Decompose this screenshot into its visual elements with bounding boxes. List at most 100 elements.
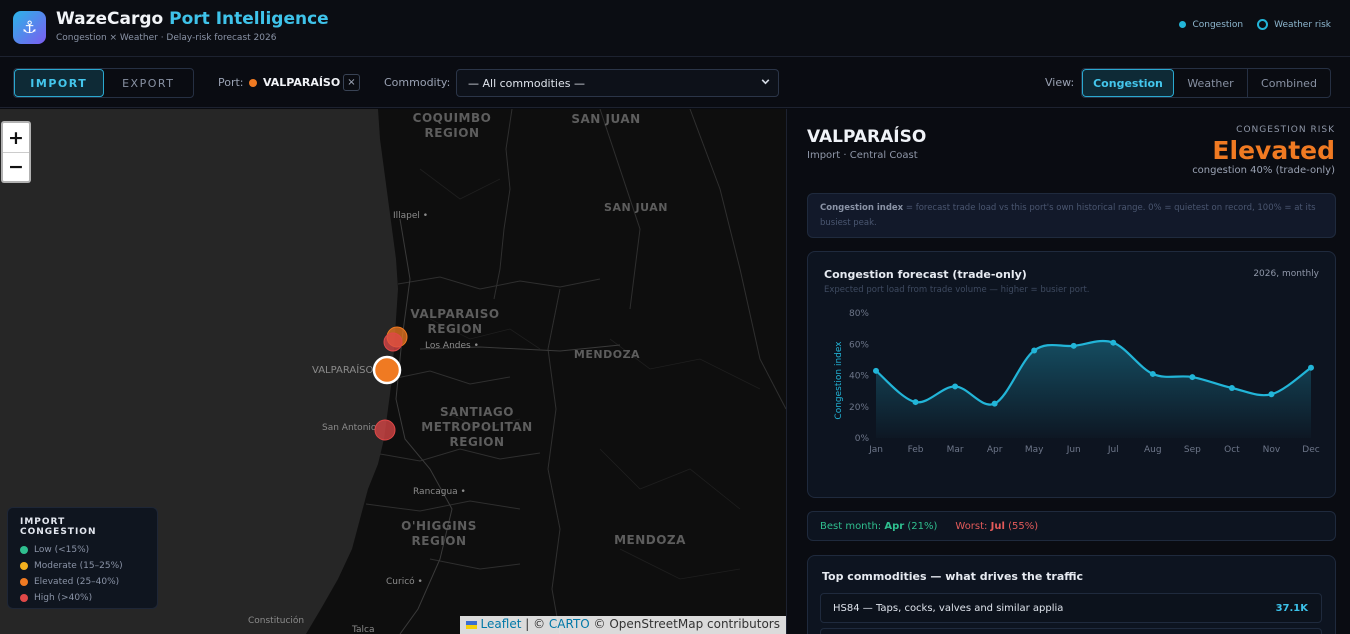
legend-label: High (>40%) bbox=[34, 593, 93, 603]
congestion-dot-icon bbox=[1179, 21, 1187, 28]
commodity-select-value: — All commodities — bbox=[468, 76, 585, 90]
app-header: ⚓ WazeCargo Port Intelligence Congestion… bbox=[0, 0, 1350, 57]
app-subtitle: Congestion × Weather · Delay-risk foreca… bbox=[56, 33, 277, 43]
forecast-chart-card: Congestion forecast (trade-only) 2026, m… bbox=[807, 251, 1336, 498]
list-item[interactable] bbox=[820, 628, 1322, 634]
risk-label: CONGESTION RISK bbox=[1236, 125, 1335, 135]
y-tick-label: 60% bbox=[849, 340, 869, 350]
view-toggle: Congestion Weather Combined bbox=[1081, 68, 1331, 98]
legend-swatch bbox=[20, 578, 28, 586]
risk-subtext: congestion 40% (trade-only) bbox=[1192, 165, 1335, 176]
zoom-control: + − bbox=[1, 121, 31, 183]
x-tick-label: Apr bbox=[987, 445, 1003, 455]
x-tick-label: May bbox=[1025, 445, 1044, 455]
chevron-down-icon bbox=[760, 76, 771, 90]
data-point bbox=[1110, 339, 1117, 346]
port-subtitle: Import · Central Coast bbox=[807, 150, 918, 161]
data-point bbox=[1149, 370, 1156, 377]
legend-row-moderate: Moderate (15–25%) bbox=[20, 558, 145, 574]
legend-row-elevated: Elevated (25–40%) bbox=[20, 574, 145, 590]
view-label: View: bbox=[1045, 76, 1075, 89]
risk-value: Elevated bbox=[1212, 136, 1335, 165]
x-tick-label: Nov bbox=[1263, 445, 1281, 455]
data-point bbox=[952, 383, 959, 390]
port-detail-panel: VALPARAÍSO Import · Central Coast CONGES… bbox=[786, 109, 1350, 634]
legend-congestion-label: Congestion bbox=[1192, 19, 1244, 30]
data-point bbox=[912, 399, 919, 406]
port-marker-san-antonio[interactable] bbox=[374, 419, 396, 441]
y-tick-label: 20% bbox=[849, 403, 869, 413]
leaflet-link[interactable]: Leaflet bbox=[481, 617, 522, 631]
port-title: VALPARAÍSO bbox=[807, 127, 927, 147]
data-point bbox=[1189, 374, 1196, 381]
legend-swatch bbox=[20, 546, 28, 554]
legend-congestion: Congestion bbox=[1179, 20, 1243, 30]
tab-congestion[interactable]: Congestion bbox=[1082, 69, 1174, 97]
best-month: Best month: Apr (21%) bbox=[820, 520, 938, 532]
forecast-chart[interactable]: 0% 20% 40% 60% 80% Congestion index Jan Feb Mar A… bbox=[808, 252, 1337, 499]
brand-main: WazeCargo bbox=[56, 9, 164, 29]
legend-swatch bbox=[20, 594, 28, 602]
x-tick-label: Aug bbox=[1144, 445, 1162, 455]
tab-import[interactable]: IMPORT bbox=[14, 69, 104, 97]
x-tick-label: Jul bbox=[1107, 445, 1119, 455]
x-tick-label: Dec bbox=[1302, 445, 1319, 455]
data-point bbox=[873, 367, 879, 374]
legend-row-high: High (>40%) bbox=[20, 590, 145, 606]
y-axis-label: Congestion index bbox=[834, 341, 844, 420]
legend-label: Moderate (15–25%) bbox=[34, 561, 123, 571]
legend-weather: Weather risk bbox=[1257, 19, 1331, 30]
commodity-name: HS84 — Taps, cocks, valves and similar a… bbox=[833, 602, 1064, 614]
tab-combined[interactable]: Combined bbox=[1248, 69, 1330, 97]
map-attribution: Leaflet | © CARTO © OpenStreetMap contri… bbox=[459, 616, 786, 634]
y-tick-label: 80% bbox=[849, 309, 869, 319]
direction-toggle: IMPORT EXPORT bbox=[13, 68, 194, 98]
zoom-in-button[interactable]: + bbox=[3, 123, 29, 152]
series-area bbox=[876, 341, 1311, 438]
data-point bbox=[1228, 385, 1235, 391]
y-tick-label: 0% bbox=[855, 434, 870, 444]
tab-weather[interactable]: Weather bbox=[1174, 69, 1248, 97]
x-tick-label: Feb bbox=[908, 445, 924, 455]
layer-legend: Congestion Weather risk bbox=[1179, 19, 1331, 30]
weather-ring-icon bbox=[1257, 19, 1269, 30]
data-point bbox=[1070, 342, 1077, 349]
carto-link[interactable]: CARTO bbox=[549, 617, 590, 631]
port-marker-ventanas[interactable] bbox=[383, 332, 403, 352]
commodity-select[interactable]: — All commodities — bbox=[456, 69, 779, 97]
x-tick-label: Sep bbox=[1184, 445, 1201, 455]
list-item[interactable]: HS84 — Taps, cocks, valves and similar a… bbox=[820, 593, 1322, 623]
ukraine-flag-icon bbox=[465, 620, 477, 629]
legend-label: Elevated (25–40%) bbox=[34, 577, 120, 587]
tab-export[interactable]: EXPORT bbox=[104, 69, 194, 97]
map-legend-title: IMPORT CONGESTION bbox=[20, 517, 97, 537]
legend-swatch bbox=[20, 562, 28, 570]
commodity-label: Commodity: bbox=[384, 76, 451, 89]
data-point bbox=[1031, 347, 1038, 354]
data-point bbox=[991, 400, 998, 407]
port-marker-valparaiso-selected[interactable] bbox=[372, 355, 402, 385]
commodities-title: Top commodities — what drives the traffi… bbox=[822, 570, 1084, 583]
map-legend: IMPORT CONGESTION Low (<15%) Moderate (1… bbox=[7, 507, 158, 609]
zoom-out-button[interactable]: − bbox=[3, 152, 29, 181]
commodity-value: 37.1K bbox=[1275, 602, 1308, 614]
app-title: WazeCargo Port Intelligence bbox=[56, 9, 329, 29]
legend-row-low: Low (<15%) bbox=[20, 542, 145, 558]
anchor-icon[interactable]: ⚓ bbox=[13, 11, 46, 44]
note-term: Congestion index bbox=[820, 203, 904, 213]
x-tick-label: Jun bbox=[1066, 445, 1081, 455]
port-status-dot bbox=[249, 79, 257, 87]
brand-accent: Port Intelligence bbox=[169, 9, 329, 29]
best-worst-summary: Best month: Apr (21%) Worst: Jul (55%) bbox=[807, 511, 1336, 541]
x-tick-label: Oct bbox=[1224, 445, 1240, 455]
x-tick-label: Mar bbox=[947, 445, 964, 455]
attribution-separator: | © bbox=[521, 617, 549, 631]
worst-month: Worst: Jul (55%) bbox=[955, 520, 1039, 532]
port-label: Port: bbox=[218, 76, 244, 89]
selected-port: VALPARAÍSO bbox=[263, 76, 341, 89]
map-view[interactable]: COQUIMBO REGION SAN JUAN SAN JUAN VALPAR… bbox=[0, 109, 786, 634]
legend-weather-label: Weather risk bbox=[1274, 19, 1331, 30]
data-point bbox=[1268, 391, 1275, 398]
data-point bbox=[1308, 364, 1314, 371]
clear-port-button[interactable]: × bbox=[343, 74, 360, 91]
